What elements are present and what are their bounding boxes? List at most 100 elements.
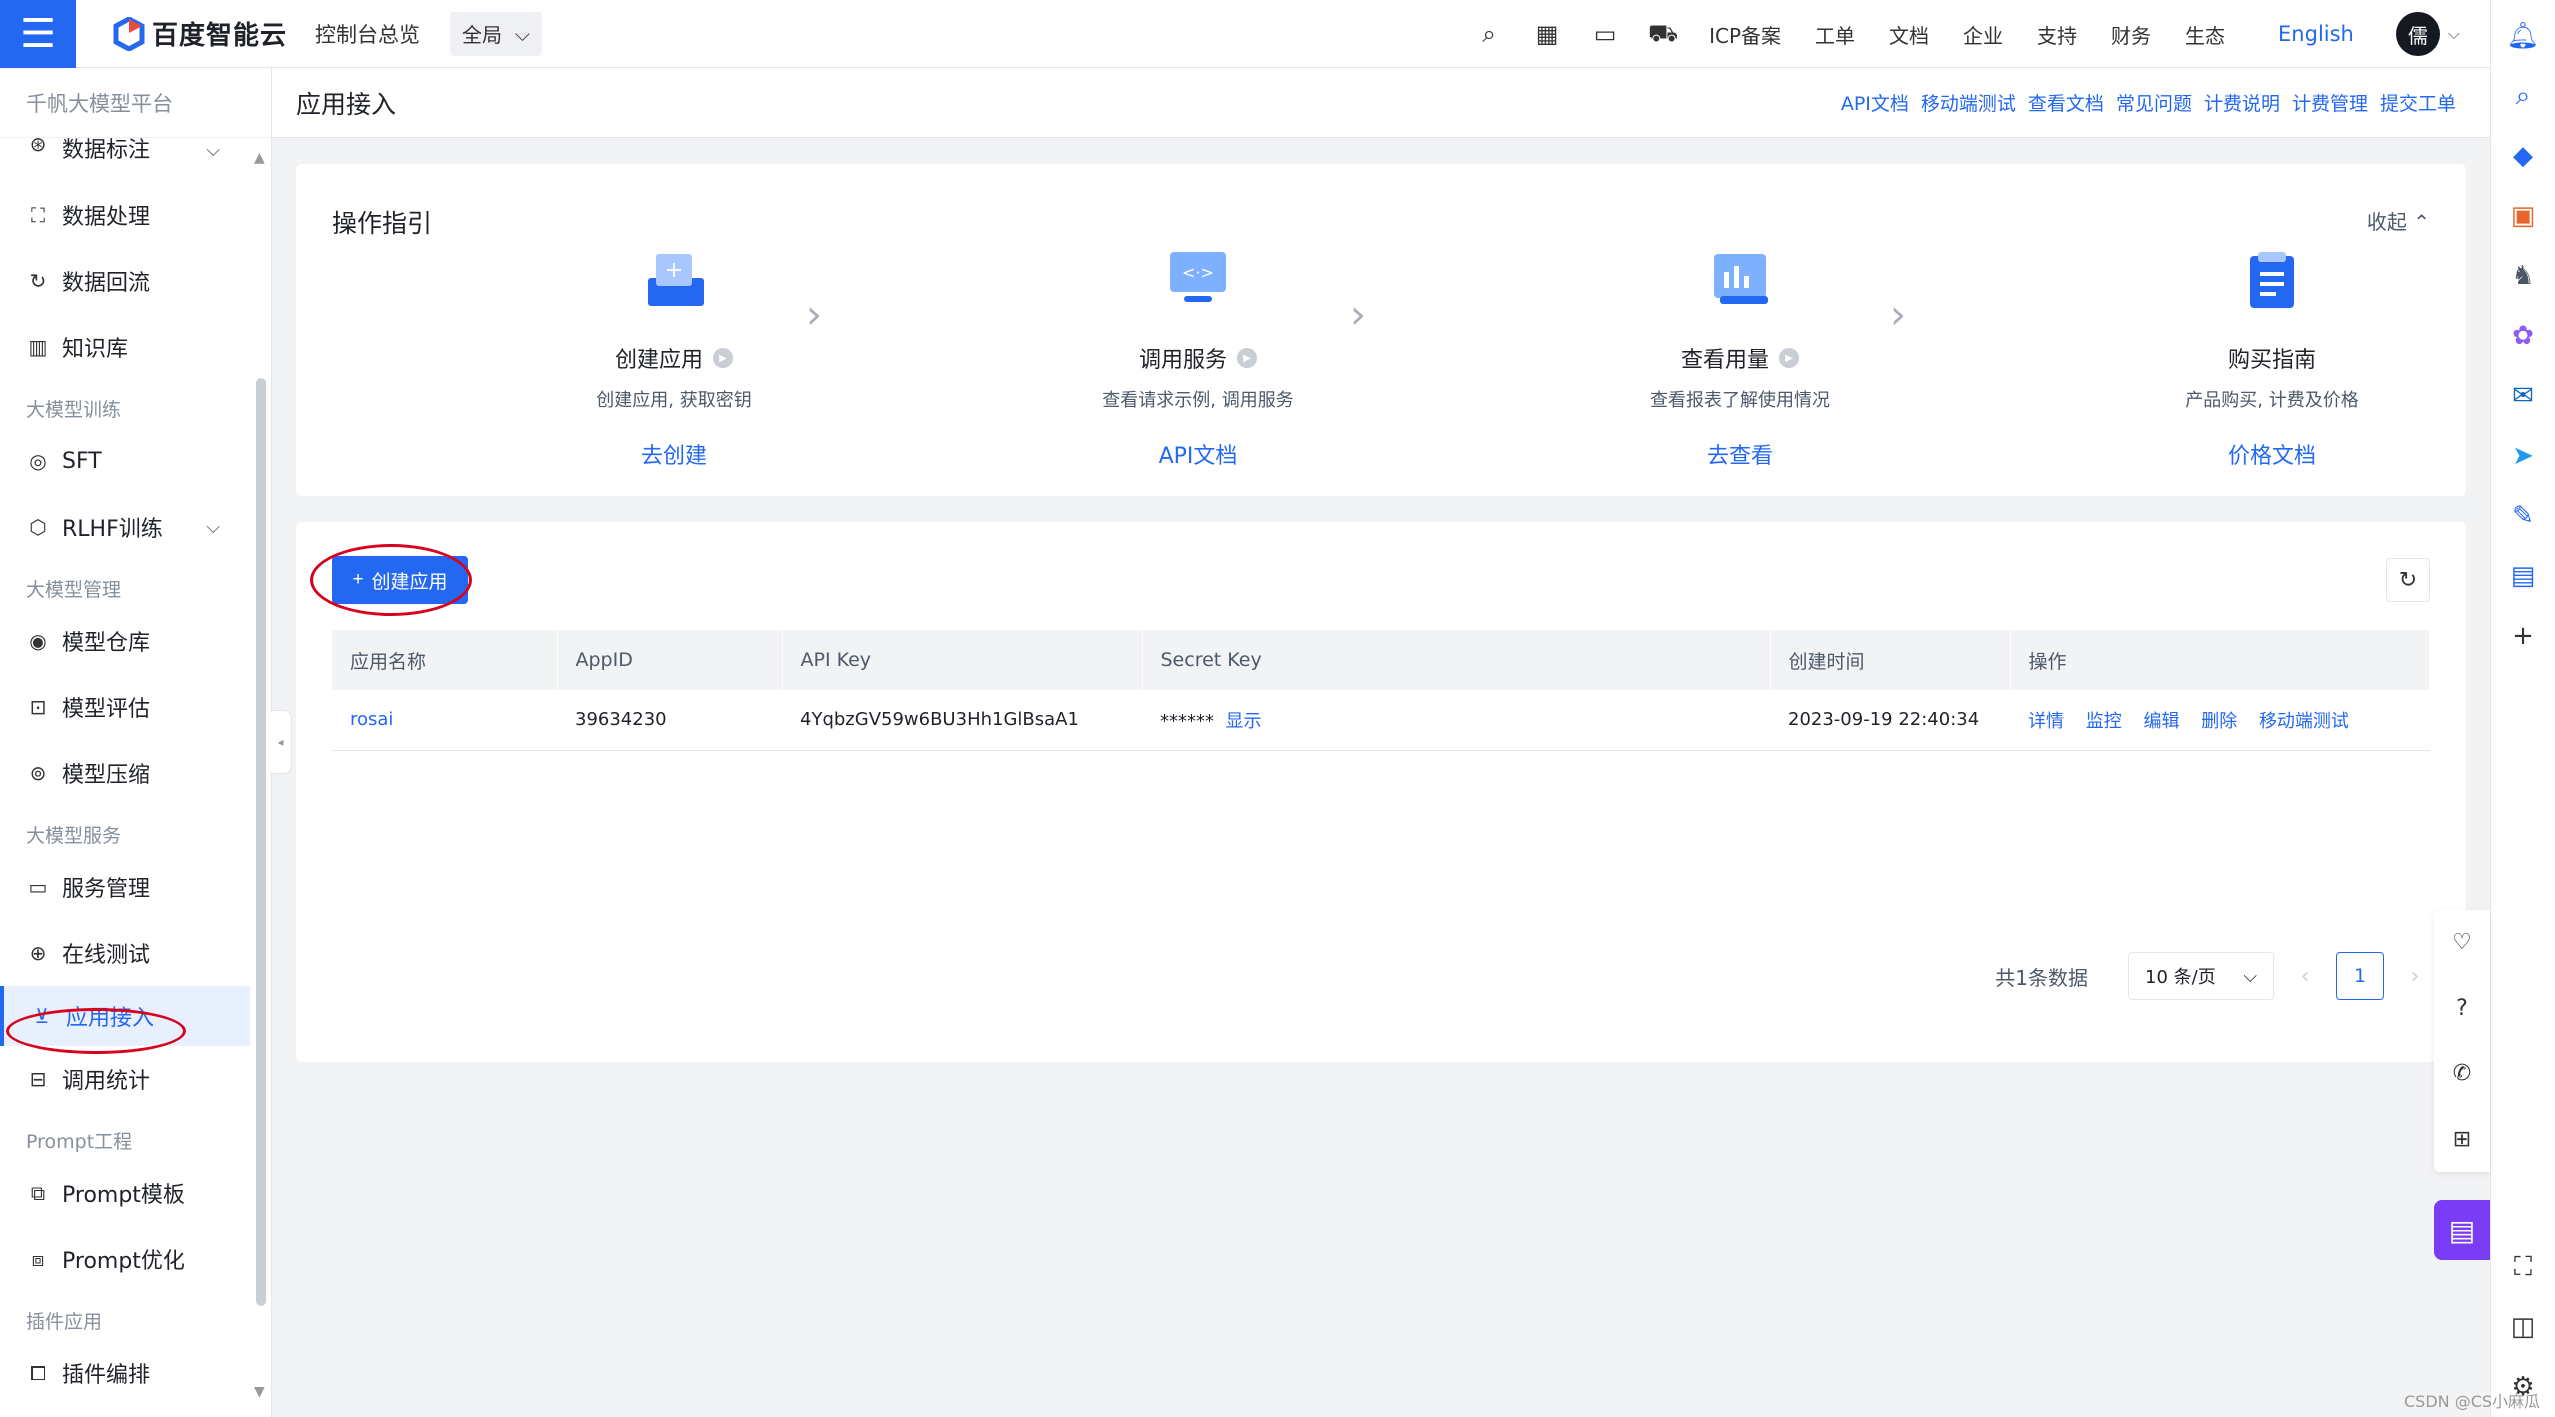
sidebar-group-service: 大模型服务 xyxy=(26,825,122,847)
collapse-label: 收起 xyxy=(2366,210,2407,234)
show-secret-link[interactable]: 显示 xyxy=(1225,711,1261,732)
sidebar-item-model-repo[interactable]: ◉ 模型仓库 xyxy=(0,608,250,674)
cell-app-name: rosai xyxy=(332,690,557,751)
sidebar-item-data-label[interactable]: ⊛ 数据标注 ⌵ xyxy=(0,138,250,182)
panel-icon[interactable]: ◫ xyxy=(2491,1297,2555,1357)
toolbox-icon[interactable]: ▣ xyxy=(2491,186,2555,246)
table-header-row: 应用名称 AppID API Key Secret Key 创建时间 操作 xyxy=(332,630,2430,690)
scroll-down-icon[interactable]: ▼ xyxy=(254,1384,265,1400)
sidebar-item-sft[interactable]: ◎ SFT xyxy=(0,428,250,494)
chart-icon: ⊟ xyxy=(29,1067,47,1091)
link-mobile-test[interactable]: 移动端测试 xyxy=(1921,89,2016,116)
sidebar-scrollbar[interactable] xyxy=(256,378,266,1306)
dict-icon[interactable]: ▤ xyxy=(2491,546,2555,606)
create-app-icon: + xyxy=(648,254,704,306)
sidebar-item-data-return[interactable]: ↻ 数据回流 xyxy=(0,248,250,314)
qrcode-icon[interactable]: ▦ xyxy=(1518,0,1576,68)
message-icon[interactable]: ▭ xyxy=(1576,0,1634,68)
page-size-select[interactable]: 10 条/页 ⌵ xyxy=(2128,952,2274,1000)
sidebar-item-app-access[interactable]: ⊻ 应用接入 xyxy=(0,986,250,1046)
scope-select[interactable]: 全局 ⌵ xyxy=(450,11,543,56)
chat-button[interactable]: ▤ xyxy=(2434,1200,2490,1260)
scroll-up-icon[interactable]: ▲ xyxy=(254,150,265,166)
chevron-down-icon[interactable]: ⌵ xyxy=(2448,24,2460,44)
nav-finance[interactable]: 财务 xyxy=(2111,20,2151,49)
console-overview-link[interactable]: 控制台总览 xyxy=(315,19,420,49)
op-detail-link[interactable]: 详情 xyxy=(2028,711,2064,732)
play-icon[interactable]: ▶ xyxy=(713,348,733,368)
page-size-value: 10 条/页 xyxy=(2145,967,2216,988)
link-faq[interactable]: 常见问题 xyxy=(2116,89,2192,116)
op-edit-link[interactable]: 编辑 xyxy=(2143,711,2179,732)
price-docs-link[interactable]: 价格文档 xyxy=(2092,438,2452,470)
nav-docs[interactable]: 文档 xyxy=(1889,20,1929,49)
sidebar-item-rlhf[interactable]: ⬡ RLHF训练 ⌵ xyxy=(0,494,250,560)
avatar[interactable]: 儒 xyxy=(2395,12,2440,56)
sidebar-item-label: Prompt模板 xyxy=(62,1183,185,1208)
search-icon[interactable]: ⌕ xyxy=(2491,66,2555,126)
monitor-icon: ▭ xyxy=(28,875,48,899)
chevron-down-icon: ⌵ xyxy=(206,516,220,538)
sidebar-item-knowledge[interactable]: ▥ 知识库 xyxy=(0,314,250,380)
link-billing-manage[interactable]: 计费管理 xyxy=(2292,89,2368,116)
link-view-docs[interactable]: 查看文档 xyxy=(2028,89,2104,116)
cell-api-key: 4YqbzGV59w6BU3Hh1GlBsaA1 xyxy=(782,690,1142,751)
nav-support[interactable]: 支持 xyxy=(2037,20,2077,49)
sidebar-item-service-manage[interactable]: ▭ 服务管理 xyxy=(0,854,250,920)
outlook-icon[interactable]: ✉ xyxy=(2491,366,2555,426)
sidebar-item-call-stats[interactable]: ⊟ 调用统计 xyxy=(0,1046,250,1112)
link-billing-info[interactable]: 计费说明 xyxy=(2204,89,2280,116)
grid-icon[interactable]: ⊞ xyxy=(2453,1127,2471,1152)
api-docs-link[interactable]: API文档 xyxy=(1018,438,1378,470)
play-icon[interactable]: ▶ xyxy=(1237,348,1257,368)
translate-icon[interactable]: ✎ xyxy=(2491,486,2555,546)
brand-logo[interactable]: 百度智能云 xyxy=(112,15,287,52)
sidebar-group-manage: 大模型管理 xyxy=(26,579,122,601)
link-submit-ticket[interactable]: 提交工单 xyxy=(2380,89,2456,116)
op-monitor-link[interactable]: 监控 xyxy=(2086,711,2122,732)
next-page-icon[interactable]: › xyxy=(2400,964,2430,989)
sidebar-item-model-compress[interactable]: ⊚ 模型压缩 xyxy=(0,740,250,806)
tag-icon[interactable]: ◆ xyxy=(2491,126,2555,186)
refresh-button[interactable]: ↻ xyxy=(2386,558,2430,602)
nav-ticket[interactable]: 工单 xyxy=(1815,20,1855,49)
sidebar-item-prompt-template[interactable]: ⧉ Prompt模板 xyxy=(0,1160,250,1226)
play-icon[interactable]: ▶ xyxy=(1779,348,1799,368)
nav-ecosystem[interactable]: 生态 xyxy=(2185,20,2225,49)
op-mobile-test-link[interactable]: 移动端测试 xyxy=(2259,711,2349,732)
create-app-button[interactable]: + 创建应用 xyxy=(332,556,468,604)
sidebar-item-data-process[interactable]: ⛶ 数据处理 xyxy=(0,182,250,248)
link-api-docs[interactable]: API文档 xyxy=(1841,89,1909,116)
nav-icp[interactable]: ICP备案 xyxy=(1709,20,1781,49)
go-create-link[interactable]: 去创建 xyxy=(494,438,854,470)
app-name-link[interactable]: rosai xyxy=(350,709,393,730)
sidebar-item-model-eval[interactable]: ⊡ 模型评估 xyxy=(0,674,250,740)
language-switch[interactable]: English xyxy=(2278,22,2354,46)
sidebar-title: 千帆大模型平台 xyxy=(0,68,271,138)
send-icon[interactable]: ➤ xyxy=(2491,426,2555,486)
page-number[interactable]: 1 xyxy=(2336,952,2384,1000)
chess-icon[interactable]: ♞ xyxy=(2491,246,2555,306)
nav-enterprise[interactable]: 企业 xyxy=(1963,20,2003,49)
prev-page-icon[interactable]: ‹ xyxy=(2290,964,2320,989)
copilot-icon[interactable]: ✿ xyxy=(2491,306,2555,366)
sidebar-item-prompt-optimize[interactable]: ⧈ Prompt优化 xyxy=(0,1226,250,1292)
help-icon[interactable]: ? xyxy=(2456,996,2468,1021)
add-icon[interactable]: + xyxy=(2491,606,2555,666)
chat-icon: ▤ xyxy=(2448,1213,2476,1247)
menu-icon[interactable]: ☰ xyxy=(0,0,76,68)
phone-icon[interactable]: ✆ xyxy=(2453,1061,2471,1086)
go-view-link[interactable]: 去查看 xyxy=(1560,438,1920,470)
chevron-right-icon: › xyxy=(806,292,822,338)
sidebar-collapse-handle[interactable]: ◂ xyxy=(270,710,292,774)
screenshot-icon[interactable]: ⛶ xyxy=(2491,1237,2555,1297)
heart-icon[interactable]: ♡ xyxy=(2452,930,2472,955)
sidebar-item-plugin-orchestrate[interactable]: ⧠ 插件编排 xyxy=(0,1340,250,1406)
bell-icon[interactable]: 🔔︎ xyxy=(2491,6,2555,66)
right-toolbar: 🔔︎ ⌕ ◆ ▣ ♞ ✿ ✉ ➤ ✎ ▤ + ⛶ ◫ ⚙ xyxy=(2490,0,2555,1417)
guide-collapse-toggle[interactable]: 收起 ⌃ xyxy=(2367,206,2430,235)
search-icon[interactable]: ⌕ xyxy=(1460,0,1518,68)
op-delete-link[interactable]: 删除 xyxy=(2201,711,2237,732)
cart-icon[interactable]: ⛟ xyxy=(1634,0,1692,68)
sidebar-item-online-test[interactable]: ⊕ 在线测试 xyxy=(0,920,250,986)
